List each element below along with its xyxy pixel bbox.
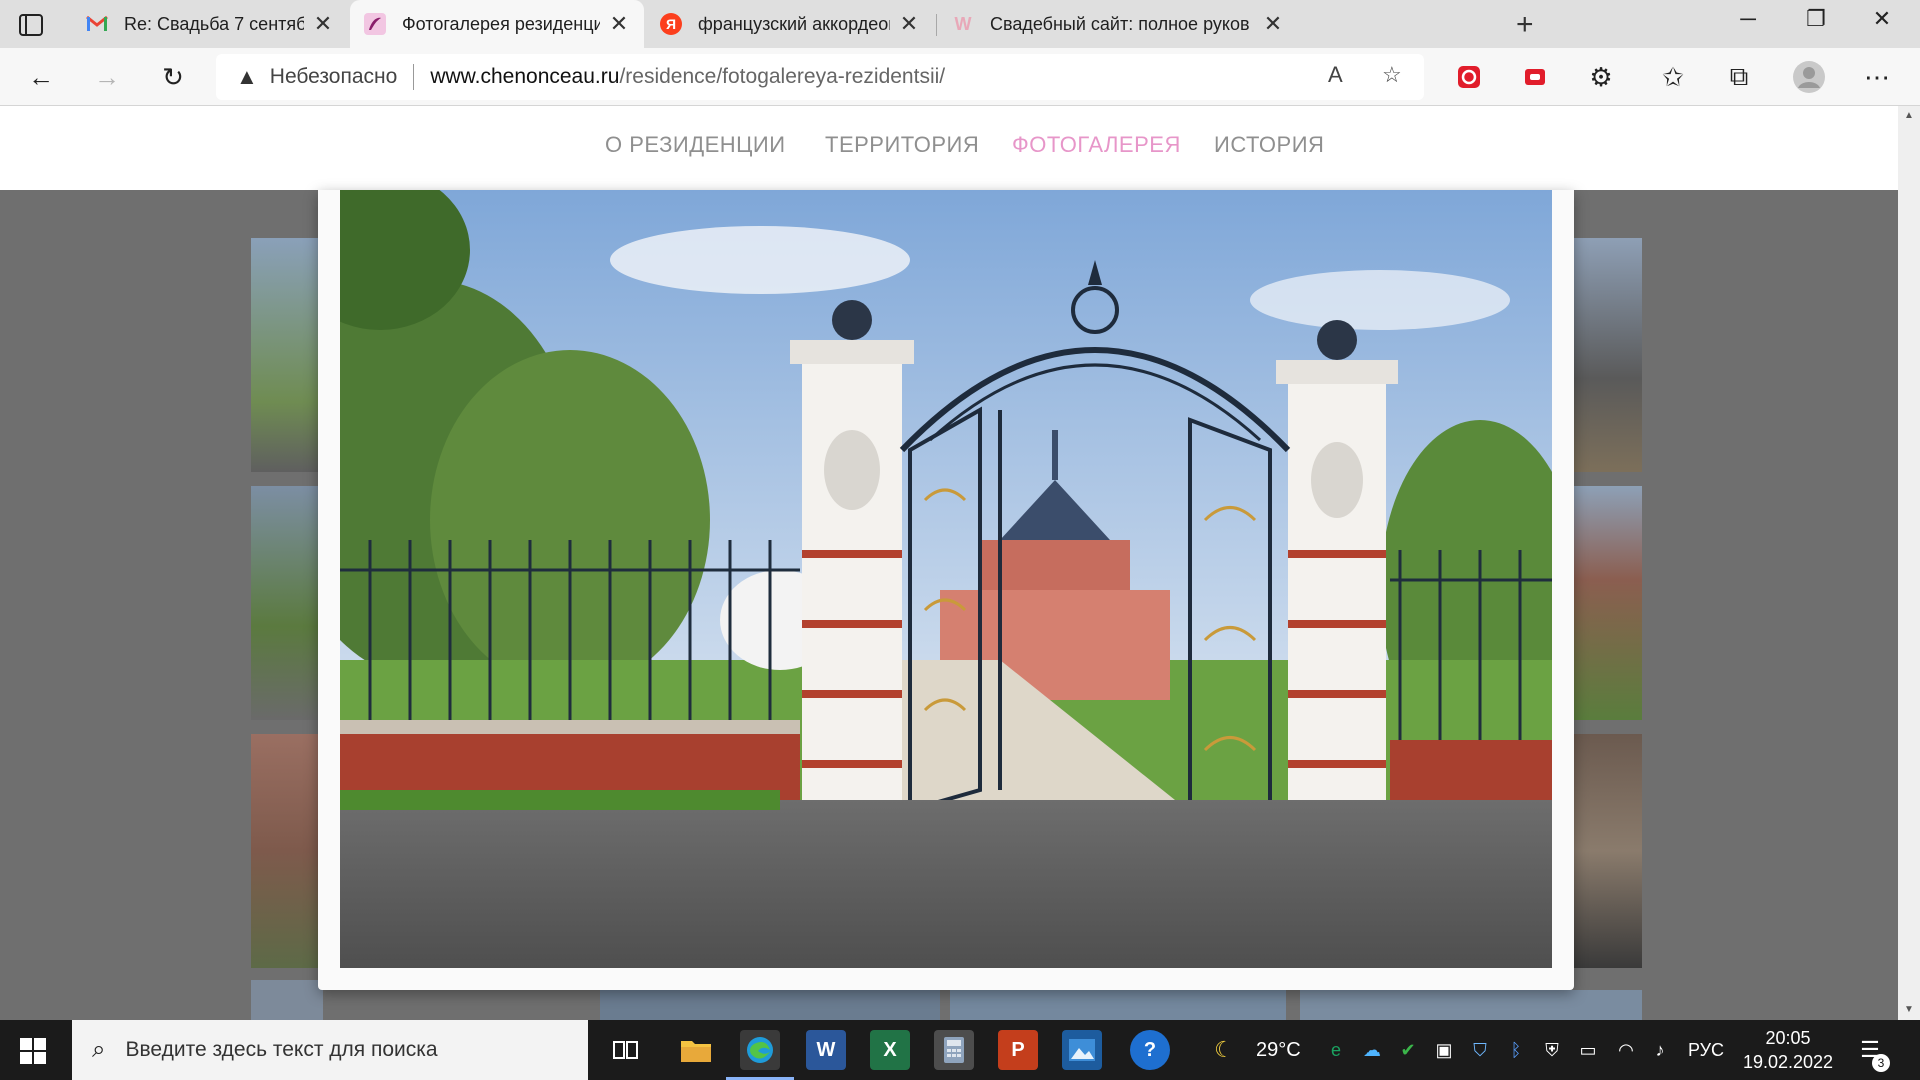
close-window-icon[interactable]: ✕ bbox=[1862, 6, 1902, 32]
tab-title: Re: Свадьба 7 сентября 2022 (ср bbox=[124, 13, 304, 34]
favorites-icon[interactable]: ✩ bbox=[1656, 60, 1690, 94]
search-icon: ⌕ bbox=[92, 1036, 106, 1063]
warning-icon[interactable]: ▲ bbox=[236, 64, 258, 90]
gallery-thumbnail[interactable] bbox=[950, 990, 1286, 1020]
gallery-thumbnail[interactable] bbox=[251, 734, 323, 968]
file-explorer-icon[interactable] bbox=[676, 1030, 716, 1070]
help-icon[interactable]: ? bbox=[1130, 1030, 1170, 1070]
security-label[interactable]: Небезопасно bbox=[270, 65, 398, 89]
word-icon[interactable]: W bbox=[806, 1030, 846, 1070]
address-bar[interactable]: ▲ Небезопасно www.chenonceau.ru/residenc… bbox=[216, 54, 1424, 100]
battery-icon[interactable]: ▭ bbox=[1576, 1038, 1600, 1062]
extensions-icon[interactable]: ⚙ bbox=[1584, 60, 1618, 94]
scroll-up-icon[interactable]: ▲ bbox=[1904, 110, 1914, 121]
task-view-icon[interactable] bbox=[606, 1030, 646, 1070]
meet-now-icon[interactable]: ▣ bbox=[1432, 1038, 1456, 1062]
close-tab-icon[interactable]: ✕ bbox=[608, 11, 630, 37]
volume-icon[interactable]: ♪ bbox=[1648, 1038, 1672, 1062]
close-tab-icon[interactable]: ✕ bbox=[312, 11, 334, 37]
new-tab-icon[interactable]: + bbox=[1516, 8, 1534, 42]
bluetooth-icon[interactable]: ᛒ bbox=[1504, 1038, 1528, 1062]
tab-title: Свадебный сайт: полное руков bbox=[990, 13, 1250, 34]
lightbox-photo[interactable] bbox=[340, 190, 1552, 968]
weather-moon-icon[interactable]: ☾ bbox=[1212, 1037, 1236, 1062]
address-divider bbox=[413, 64, 415, 90]
site-navigation: О РЕЗИДЕНЦИИ ТЕРРИТОРИЯ ФОТОГАЛЕРЕЯ ИСТО… bbox=[0, 106, 1898, 190]
wifi-icon[interactable]: ◠ bbox=[1614, 1038, 1638, 1062]
browser-tab-strip: Re: Свадьба 7 сентября 2022 (ср ✕ Фотога… bbox=[0, 0, 1920, 48]
clock-date: 19.02.2022 bbox=[1742, 1052, 1834, 1072]
tab-yandex[interactable]: Я французский аккордеон — Янд ✕ bbox=[646, 0, 934, 48]
close-tab-icon[interactable]: ✕ bbox=[1262, 11, 1284, 37]
back-icon[interactable]: ← bbox=[24, 60, 58, 94]
collections-icon[interactable]: ⧉ bbox=[1722, 60, 1756, 94]
restore-icon[interactable]: ❐ bbox=[1796, 6, 1836, 32]
gallery-thumbnail[interactable] bbox=[251, 238, 323, 472]
gallery-thumbnail[interactable] bbox=[1574, 734, 1642, 968]
edge-icon[interactable] bbox=[726, 1030, 794, 1080]
read-aloud-icon[interactable]: A bbox=[1328, 62, 1343, 88]
page-scrollbar[interactable]: ▲ ▼ bbox=[1898, 106, 1920, 1020]
nav-gallery[interactable]: ФОТОГАЛЕРЕЯ bbox=[1012, 132, 1181, 158]
tab-wedding-site[interactable]: W Свадебный сайт: полное руков ✕ bbox=[938, 0, 1498, 48]
tab-actions-icon[interactable] bbox=[18, 12, 52, 38]
minimize-icon[interactable]: ─ bbox=[1728, 6, 1768, 32]
nav-about[interactable]: О РЕЗИДЕНЦИИ bbox=[605, 132, 786, 158]
vpn-shield-icon[interactable]: ⛉ bbox=[1468, 1038, 1492, 1062]
tab-gmail[interactable]: Re: Свадьба 7 сентября 2022 (ср ✕ bbox=[72, 0, 348, 48]
security-check-icon[interactable]: ✔ bbox=[1396, 1038, 1420, 1062]
photo-lightbox bbox=[318, 190, 1574, 990]
settings-more-icon[interactable]: ⋯ bbox=[1860, 60, 1894, 94]
extension-red-icon[interactable] bbox=[1452, 60, 1486, 94]
close-tab-icon[interactable]: ✕ bbox=[898, 11, 920, 37]
system-clock[interactable]: 20:05 19.02.2022 bbox=[1718, 1026, 1858, 1074]
ornate-gate-photo bbox=[340, 190, 1552, 968]
nav-history[interactable]: ИСТОРИЯ bbox=[1214, 132, 1324, 158]
url-host[interactable]: www.chenonceau.ru bbox=[430, 65, 619, 89]
edge-tray-icon[interactable]: e bbox=[1324, 1038, 1348, 1062]
clock-time: 20:05 bbox=[1765, 1028, 1811, 1048]
taskbar-search-input[interactable]: ⌕ Введите здесь текст для поиска bbox=[72, 1020, 588, 1080]
tab-divider bbox=[936, 14, 937, 36]
tab-title: Фотогалерея резиденции bbox=[402, 13, 600, 34]
gallery-thumbnail[interactable] bbox=[1574, 238, 1642, 472]
gallery-thumbnail[interactable] bbox=[1300, 990, 1642, 1020]
weather-temperature[interactable]: 29°C bbox=[1256, 1020, 1301, 1080]
gallery-thumbnail[interactable] bbox=[1574, 486, 1642, 720]
yandex-icon: Я bbox=[660, 13, 682, 35]
profile-avatar[interactable] bbox=[1792, 60, 1826, 94]
search-placeholder: Введите здесь текст для поиска bbox=[125, 1038, 438, 1061]
forward-icon[interactable]: → bbox=[90, 60, 124, 94]
tab-title: французский аккордеон — Янд bbox=[698, 13, 890, 34]
scroll-down-icon[interactable]: ▼ bbox=[1904, 1004, 1914, 1015]
nav-territory[interactable]: ТЕРРИТОРИЯ bbox=[825, 132, 979, 158]
windows-taskbar: ⌕ Введите здесь текст для поиска W X P ?… bbox=[0, 1020, 1920, 1080]
gallery-thumbnail[interactable] bbox=[600, 990, 940, 1020]
photos-icon[interactable] bbox=[1062, 1030, 1102, 1070]
wedding-site-icon: W bbox=[954, 13, 972, 34]
calculator-icon[interactable] bbox=[934, 1030, 974, 1070]
extension-pdf-icon[interactable] bbox=[1518, 60, 1552, 94]
defender-shield-icon[interactable]: ⛨ bbox=[1540, 1038, 1564, 1062]
site-logo-icon bbox=[364, 13, 386, 35]
gallery-thumbnail[interactable] bbox=[251, 980, 323, 1020]
browser-toolbar: ← → ↻ ▲ Небезопасно www.chenonceau.ru/re… bbox=[0, 48, 1920, 106]
tab-gallery[interactable]: Фотогалерея резиденции ✕ bbox=[350, 0, 644, 48]
url-path[interactable]: /residence/fotogalereya-rezidentsii/ bbox=[619, 65, 945, 89]
powerpoint-icon[interactable]: P bbox=[998, 1030, 1038, 1070]
cloud-tray-icon[interactable]: ☁ bbox=[1360, 1038, 1384, 1062]
excel-icon[interactable]: X bbox=[870, 1030, 910, 1070]
refresh-icon[interactable]: ↻ bbox=[156, 60, 190, 94]
windows-start-icon[interactable] bbox=[20, 1038, 46, 1064]
notification-count-badge: 3 bbox=[1872, 1054, 1890, 1072]
add-favorite-icon[interactable]: ☆ bbox=[1382, 62, 1402, 88]
gallery-thumbnail[interactable] bbox=[251, 486, 323, 720]
gmail-icon bbox=[86, 13, 108, 35]
